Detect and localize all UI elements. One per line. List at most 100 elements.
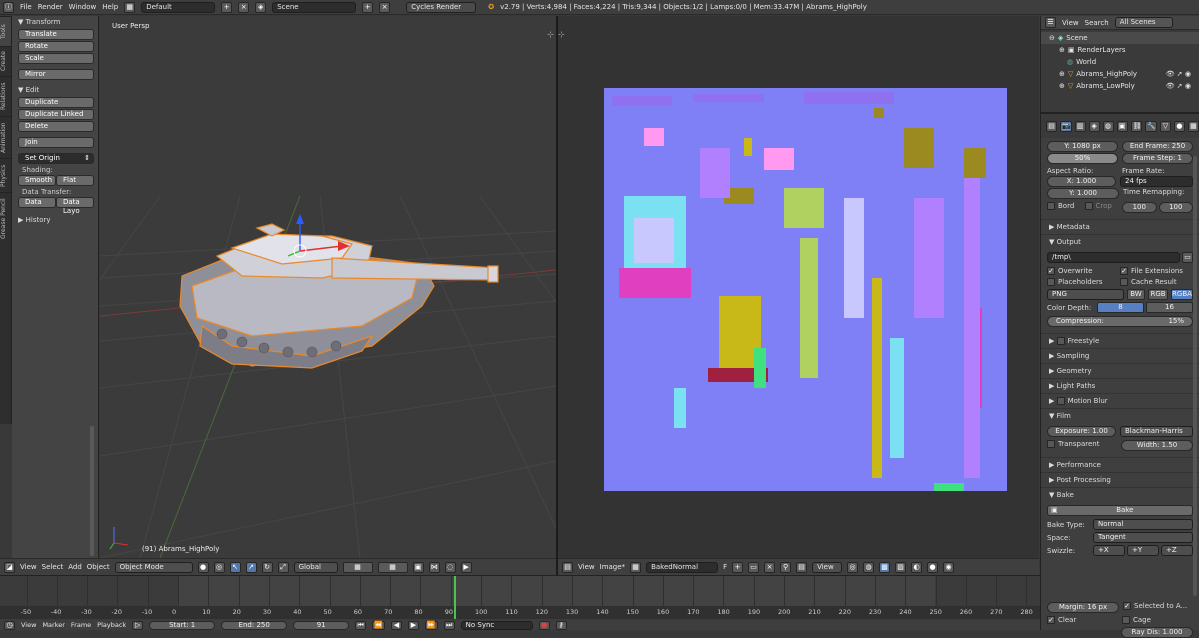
output-panel-header[interactable]: ▼ Output (1041, 234, 1199, 249)
placeholders-checkbox[interactable]: Placeholders (1047, 278, 1120, 286)
edit-header[interactable]: ▼ Edit (12, 84, 98, 96)
image-editor[interactable]: ⊹ (558, 16, 1039, 558)
record-icon[interactable]: ● (538, 620, 550, 630)
rgba-button[interactable]: RGBA (1171, 289, 1193, 300)
translate-manip-icon[interactable]: ↗ (245, 561, 257, 573)
image-name-field[interactable]: BakedNormal (646, 561, 719, 573)
current-frame-cursor[interactable] (453, 576, 456, 619)
flat-button[interactable]: Flat (56, 175, 94, 186)
current-frame-field[interactable]: 91 (293, 620, 350, 630)
swizzle-x-select[interactable]: +X (1093, 545, 1125, 556)
menu-render[interactable]: Render (38, 3, 63, 11)
exposure-field[interactable]: Exposure: 1.00 (1047, 426, 1116, 437)
outliner-type-icon[interactable]: ☰ (1045, 17, 1056, 28)
delete-button[interactable]: Delete (18, 121, 94, 132)
set-origin-select[interactable]: Set Origin ⇕ (18, 153, 94, 164)
frame-step-field[interactable]: Frame Step: 1 (1122, 153, 1193, 164)
image-menu-image[interactable]: Image* (600, 563, 625, 571)
performance-panel-header[interactable]: ▶ Performance (1041, 457, 1199, 472)
outliner-tab-all-scenes[interactable]: All Scenes (1114, 17, 1173, 28)
scale-manip-icon[interactable]: ⤢ (277, 561, 289, 573)
tab-grease-pencil[interactable]: Grease Pencil (0, 192, 11, 244)
play-icon[interactable]: ▶ (407, 620, 419, 630)
remap-old-field[interactable]: 100 (1122, 202, 1157, 213)
pivot-icon[interactable]: ◎ (213, 561, 225, 573)
object-tab-icon[interactable]: ▣ (1116, 120, 1128, 132)
new-image-icon[interactable]: + (732, 561, 744, 573)
smooth-button[interactable]: Smooth (18, 175, 56, 186)
duplicate-linked-button[interactable]: Duplicate Linked (18, 109, 94, 120)
data-button[interactable]: Data (18, 197, 56, 208)
motion-blur-panel-header[interactable]: ▶ Motion Blur (1041, 393, 1199, 408)
editor-type-icon[interactable]: ◪ (4, 561, 15, 573)
3d-viewport[interactable]: User Persp (91) Abrams_HighPoly ⊹ (100, 16, 556, 558)
outliner-item-lowpoly[interactable]: ⊕ ▽ Abrams_LowPoly 👁 ➚ ◉ (1041, 80, 1199, 92)
shading-icon[interactable]: ● (197, 561, 209, 573)
uv-select-icon[interactable]: ◍ (863, 561, 875, 573)
remove-layout-icon[interactable]: × (238, 1, 250, 13)
metadata-panel-header[interactable]: ▶ Metadata (1041, 219, 1199, 234)
cache-result-checkbox[interactable]: Cache Result (1120, 278, 1193, 286)
sync-mode-select[interactable]: No Sync (460, 620, 533, 630)
light-paths-panel-header[interactable]: ▶ Light Paths (1041, 378, 1199, 393)
render-result-icon[interactable]: ◉ (943, 561, 955, 573)
end-frame-field[interactable]: End Frame: 250 (1122, 141, 1193, 152)
world-tab-icon[interactable]: ◍ (1102, 120, 1114, 132)
transparent-checkbox[interactable]: Transparent (1047, 440, 1117, 451)
image-browse-icon[interactable]: ▦ (630, 561, 642, 573)
menu-view[interactable]: View (20, 563, 37, 571)
bake-button[interactable]: ▣ Bake (1047, 505, 1193, 516)
aspect-x-field[interactable]: X: 1.000 (1047, 176, 1116, 187)
orientation-select[interactable]: Global (293, 561, 338, 573)
folder-icon[interactable]: ▭ (1182, 252, 1193, 263)
filter-width-field[interactable]: Width: 1.50 (1121, 440, 1193, 451)
image-view-select[interactable]: View (812, 561, 843, 573)
resolution-y-field[interactable]: Y: 1080 px (1047, 141, 1118, 152)
overwrite-checkbox[interactable]: ✓ Overwrite (1047, 267, 1120, 275)
outliner-item-scene[interactable]: ⊖ ◈ Scene (1041, 32, 1199, 44)
fake-user-label[interactable]: F (723, 563, 727, 571)
tab-physics[interactable]: Physics (0, 158, 11, 192)
scene-icon[interactable]: ◈ (255, 1, 267, 13)
space-select[interactable]: Tangent (1093, 532, 1193, 543)
bw-button[interactable]: BW (1127, 289, 1145, 300)
proportional-icon[interactable]: ◌ (444, 561, 456, 573)
layers-icon-2[interactable]: ▦ (377, 561, 408, 573)
render-tab-icon[interactable]: 📷 (1060, 120, 1072, 132)
remap-new-field[interactable]: 100 (1158, 202, 1193, 213)
timeline-menu-view[interactable]: View (21, 621, 36, 629)
unlink-image-icon[interactable]: × (764, 561, 776, 573)
add-scene-icon[interactable]: + (362, 1, 374, 13)
bake-panel-header[interactable]: ▼ Bake (1041, 487, 1199, 502)
freestyle-panel-header[interactable]: ▶ Freestyle (1041, 333, 1199, 348)
timeline-menu-marker[interactable]: Marker (42, 621, 64, 629)
tab-create[interactable]: Create (0, 46, 11, 76)
outliner-item-world[interactable]: ◍ World (1041, 56, 1199, 68)
render-view-icon[interactable]: ▣ (412, 561, 424, 573)
area-split-icon[interactable]: ⊹ (547, 30, 554, 39)
menu-select[interactable]: Select (42, 563, 64, 571)
play-reverse-icon[interactable]: ◀ (390, 620, 402, 630)
bake-type-select[interactable]: Normal (1093, 519, 1193, 530)
menu-help[interactable]: Help (102, 3, 118, 11)
data-tab-icon[interactable]: ▽ (1159, 120, 1171, 132)
translate-button[interactable]: Translate (18, 29, 94, 40)
end-frame-field[interactable]: End: 250 (221, 620, 288, 630)
ray-distance-field[interactable]: Ray Dis: 1.000 (1121, 627, 1193, 638)
visibility-eye-icon-2[interactable]: 👁 ➚ ◉ (1166, 80, 1199, 92)
manipulator-icon[interactable]: ↖ (229, 561, 241, 573)
aspect-y-field[interactable]: Y: 1.000 (1047, 188, 1119, 199)
tool-shelf-scrollbar[interactable] (90, 426, 94, 556)
view-mode-icon[interactable]: ▤ (796, 561, 808, 573)
depth-16-button[interactable]: 16 (1146, 302, 1193, 313)
timeline-type-icon[interactable]: ◷ (4, 620, 15, 630)
data-layout-button[interactable]: Data Layo (56, 197, 94, 215)
display-channels-icon[interactable]: ▨ (895, 561, 907, 573)
duplicate-button[interactable]: Duplicate (18, 97, 94, 108)
outliner-item-highpoly[interactable]: ⊕ ▽ Abrams_HighPoly 👁 ➚ ◉ (1041, 68, 1199, 80)
transform-header[interactable]: ▼ Transform (12, 16, 98, 28)
render-engine-select[interactable]: Cycles Render (406, 1, 477, 13)
mode-select[interactable]: Object Mode (114, 561, 193, 573)
scope-icon[interactable]: ◐ (911, 561, 923, 573)
pin-icon[interactable]: ⚲ (780, 561, 792, 573)
